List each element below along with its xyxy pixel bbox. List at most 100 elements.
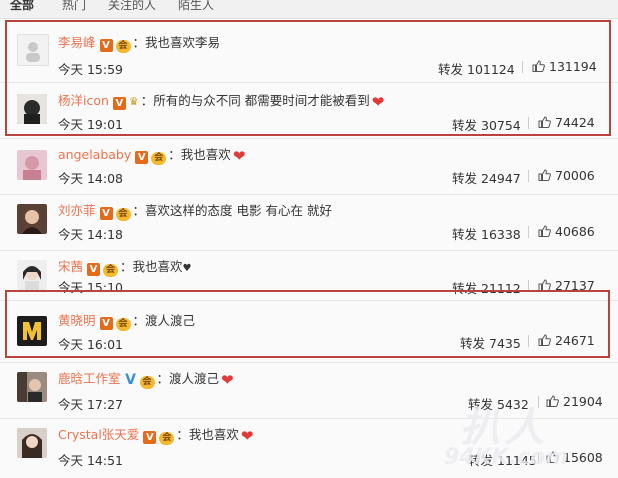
like-count: 15608 [563, 450, 603, 465]
repost-button[interactable]: 转发 16338 [452, 224, 521, 243]
vip-badge-icon: 会 [115, 208, 131, 221]
comment-line: angelababy V 会：我也喜欢 ❤ [58, 146, 245, 165]
comment-line: 刘亦菲 V 会：喜欢这样的态度 电影 有心在 就好 [58, 202, 332, 221]
repost-label: 转发 [452, 118, 478, 133]
tab-following[interactable]: 关注的人 [108, 0, 156, 14]
username[interactable]: 刘亦菲 [58, 203, 96, 218]
like-button[interactable]: 15608 [546, 450, 603, 465]
heart-emoji-icon: ❤ [240, 427, 254, 445]
like-button[interactable]: 24671 [538, 333, 595, 348]
comment-text: ：喜欢这样的态度 电影 有心在 就好 [132, 203, 332, 218]
tab-all[interactable]: 全部 [10, 0, 34, 14]
like-button[interactable]: 70006 [538, 168, 595, 183]
comment-text: ：所有的与众不同 都需要时间才能被看到 [140, 93, 370, 108]
verified-badge-icon: V [143, 431, 157, 444]
comment-line: 杨洋icon V ♛ ：所有的与众不同 都需要时间才能被看到 ❤ [58, 92, 385, 111]
divider [538, 396, 539, 408]
comment-line: 鹿晗工作室 V 会：渡人渡己 ❤ [58, 370, 234, 389]
like-button[interactable]: 74424 [538, 115, 595, 130]
comment-item: 李易峰 V 会：我也喜欢李易 今天 15:59 转发 101124 131194 [0, 20, 618, 83]
repost-count: 11145 [497, 453, 537, 468]
comment-time: 今天 15:59 [58, 62, 123, 77]
avatar[interactable] [17, 34, 49, 66]
comment-time: 今天 14:08 [58, 171, 123, 186]
repost-label: 转发 [438, 62, 464, 77]
like-count: 131194 [549, 59, 597, 74]
repost-count: 7435 [489, 336, 521, 351]
verified-badge-icon: V [112, 97, 126, 110]
like-button[interactable]: 21904 [546, 394, 603, 409]
repost-label: 转发 [452, 281, 478, 296]
repost-button[interactable]: 转发 7435 [460, 333, 521, 352]
vip-badge-icon: 会 [151, 152, 167, 165]
divider [528, 170, 529, 182]
repost-button[interactable]: 转发 101124 [438, 59, 515, 78]
thumbs-up-icon [546, 395, 559, 407]
repost-label: 转发 [468, 453, 494, 468]
like-button[interactable]: 27137 [538, 278, 595, 293]
avatar[interactable] [17, 260, 47, 290]
repost-label: 转发 [460, 336, 486, 351]
comment-text: ：我也喜欢李易 [132, 35, 221, 50]
comment-time: 今天 16:01 [58, 337, 123, 352]
repost-count: 16338 [481, 227, 521, 242]
comment-line: 宋茜 V 会：我也喜欢♥ [58, 258, 192, 277]
comment-time: 今天 19:01 [58, 117, 123, 132]
username[interactable]: 黄晓明 [58, 313, 96, 328]
avatar[interactable] [17, 204, 47, 234]
comment-filter-tabs: 全部 热门 关注的人 陌生人 [0, 0, 618, 19]
thumbs-up-icon [538, 279, 551, 291]
username[interactable]: Crystal张天爱 [58, 427, 139, 442]
tab-strangers[interactable]: 陌生人 [178, 0, 214, 14]
avatar[interactable] [17, 94, 47, 124]
repost-button[interactable]: 转发 24947 [452, 168, 521, 187]
avatar[interactable] [17, 316, 47, 346]
username[interactable]: 杨洋icon [58, 93, 109, 108]
small-heart-emoji-icon: ♥ [182, 263, 192, 274]
repost-label: 转发 [452, 171, 478, 186]
thumbs-up-icon [538, 116, 551, 128]
comment-text: ：渡人渡己 [156, 371, 220, 386]
repost-button[interactable]: 转发 5432 [468, 394, 529, 413]
verified-badge-icon: V [135, 151, 149, 164]
comment-time: 今天 17:27 [58, 397, 123, 412]
like-count: 27137 [555, 278, 595, 293]
like-count: 21904 [563, 394, 603, 409]
repost-button[interactable]: 转发 21112 [452, 278, 521, 297]
username[interactable]: 鹿晗工作室 [58, 371, 121, 386]
username[interactable]: 李易峰 [58, 35, 96, 50]
comment-item: 宋茜 V 会：我也喜欢♥ 今天 15:10 转发 21112 27137 [0, 250, 618, 301]
verified-blue-badge-icon: V [125, 372, 136, 388]
like-button[interactable]: 40686 [538, 224, 595, 239]
avatar[interactable] [17, 150, 47, 180]
vip-badge-icon: 会 [115, 40, 131, 53]
repost-button[interactable]: 转发 30754 [452, 115, 521, 134]
like-button[interactable]: 131194 [532, 59, 597, 74]
divider [528, 117, 529, 129]
avatar[interactable] [17, 428, 47, 458]
comment-item: 刘亦菲 V 会：喜欢这样的态度 电影 有心在 就好 今天 14:18 转发 1633… [0, 194, 618, 251]
comment-item: 杨洋icon V ♛ ：所有的与众不同 都需要时间才能被看到 ❤ 今天 19:01 转发… [0, 82, 618, 139]
heart-emoji-icon: ❤ [371, 93, 385, 111]
vip-badge-icon: 会 [159, 432, 175, 445]
thumbs-up-icon [538, 334, 551, 346]
avatar[interactable] [17, 372, 47, 402]
thumbs-up-icon [538, 225, 551, 237]
username[interactable]: 宋茜 [58, 259, 83, 274]
verified-badge-icon: V [99, 317, 113, 330]
divider [528, 226, 529, 238]
repost-count: 101124 [467, 62, 515, 77]
comment-text: ：渡人渡己 [132, 313, 196, 328]
thumbs-up-icon [532, 60, 545, 72]
repost-button[interactable]: 转发 11145 [468, 450, 537, 469]
comment-time: 今天 14:51 [58, 453, 123, 468]
verified-badge-icon: V [87, 263, 101, 276]
comment-text: ：我也喜欢 [168, 147, 231, 162]
comment-item: angelababy V 会：我也喜欢 ❤ 今天 14:08 转发 24947 700… [0, 138, 618, 195]
username[interactable]: angelababy [58, 147, 131, 162]
divider [528, 335, 529, 347]
verified-badge-icon: V [99, 207, 113, 220]
crown-badge-icon: ♛ [128, 95, 139, 108]
like-count: 40686 [555, 224, 595, 239]
tab-hot[interactable]: 热门 [62, 0, 86, 14]
